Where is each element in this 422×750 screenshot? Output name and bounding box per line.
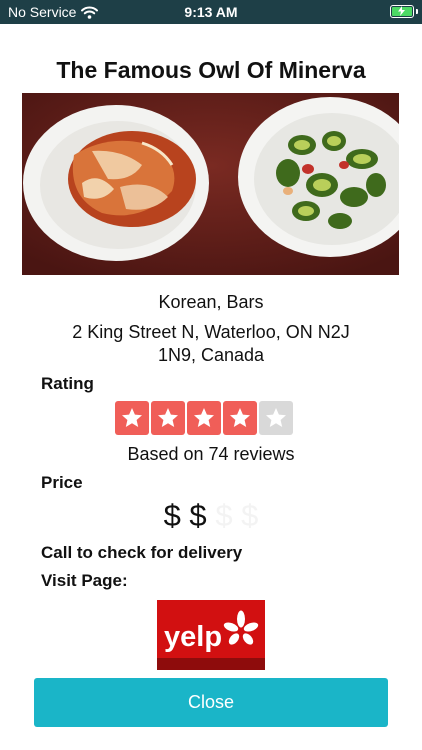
restaurant-address: 2 King Street N, Waterloo, ON N2J 1N9, C… xyxy=(72,322,350,365)
review-count: Based on 74 reviews xyxy=(127,444,295,464)
delivery-text: Call to check for delivery xyxy=(41,543,243,562)
restaurant-title: The Famous Owl Of Minerva xyxy=(56,57,366,83)
yelp-logo-link[interactable]: yelp xyxy=(157,600,265,670)
restaurant-photo xyxy=(22,93,399,275)
price-label: Price xyxy=(41,473,83,492)
visit-page-label: Visit Page: xyxy=(41,571,128,590)
price-active: $ $ xyxy=(163,498,207,533)
rating-label: Rating xyxy=(41,374,94,393)
star-icon xyxy=(223,401,257,435)
close-button[interactable]: Close xyxy=(34,678,388,727)
yelp-burst-icon xyxy=(222,609,260,646)
price-inactive: $ $ xyxy=(215,498,259,533)
yelp-wordmark: yelp xyxy=(164,621,222,653)
price-level: $ $ $ $ xyxy=(0,498,422,534)
status-bar: No Service 9:13 AM xyxy=(0,0,422,24)
battery-tip xyxy=(416,9,418,14)
star-rating xyxy=(115,401,295,435)
restaurant-categories: Korean, Bars xyxy=(158,292,264,312)
star-empty-icon xyxy=(259,401,293,435)
star-icon xyxy=(115,401,149,435)
star-icon xyxy=(151,401,185,435)
battery-icon xyxy=(390,5,414,18)
star-icon xyxy=(187,401,221,435)
status-time: 9:13 AM xyxy=(184,4,238,20)
